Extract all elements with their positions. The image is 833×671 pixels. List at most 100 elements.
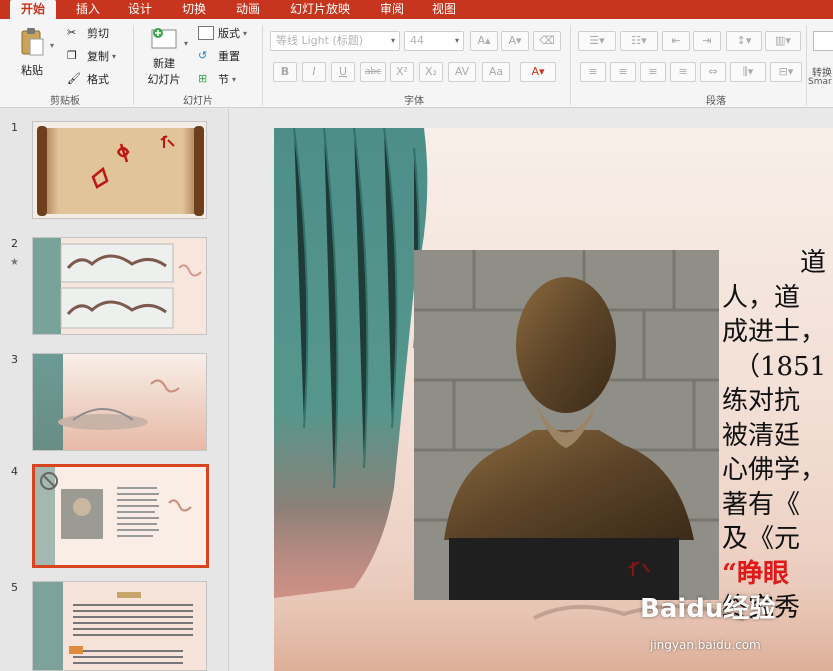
layout-icon xyxy=(198,26,214,40)
font-color-button[interactable]: A▾ xyxy=(520,62,556,82)
font-group-label: 字体 xyxy=(404,96,424,107)
decrease-indent-button[interactable]: ⇤ xyxy=(662,31,690,51)
paragraph-group-label: 段落 xyxy=(706,96,726,107)
baidu-watermark: Baidu经验 xyxy=(640,594,776,624)
bust-statue-photo xyxy=(414,250,719,600)
copy-label: 复制 xyxy=(87,50,109,63)
slide-thumbnail-3[interactable] xyxy=(32,353,207,451)
new-slide-dropdown-icon[interactable]: ▾ xyxy=(184,39,188,48)
align-center-button[interactable]: ≡ xyxy=(610,62,636,82)
bold-button[interactable]: B xyxy=(273,62,297,82)
paste-button[interactable]: 粘贴 xyxy=(12,27,52,78)
columns-button[interactable]: ▥▾ xyxy=(765,31,801,51)
decrease-font-button[interactable]: A▾ xyxy=(501,31,529,51)
divider xyxy=(133,25,134,105)
slide-number-1: 1 xyxy=(11,121,18,134)
align-left-button[interactable]: ≡ xyxy=(580,62,606,82)
distributed-button[interactable]: ⇔ xyxy=(700,62,726,82)
underline-button[interactable]: U xyxy=(331,62,355,82)
tab-review[interactable]: 审阅 xyxy=(370,0,414,19)
tab-insert[interactable]: 插入 xyxy=(66,0,110,19)
format-painter-button[interactable]: 🖌 格式 xyxy=(67,71,109,87)
slide-5-preview xyxy=(33,582,206,670)
ribbon: 粘贴 ▾ ✂ 剪切 ❐ 复制 ▾ 🖌 格式 剪贴板 新建 幻灯片 ▾ 版式 ▾ ↺ 重置 ⊞… xyxy=(0,19,833,108)
tab-home[interactable]: 开始 xyxy=(10,0,56,19)
slides-group-label: 幻灯片 xyxy=(183,96,213,107)
divider xyxy=(806,25,807,105)
slide-thumbnail-4[interactable] xyxy=(32,464,209,568)
chevron-down-icon: ▾ xyxy=(390,36,395,45)
text-line: 人，道 xyxy=(722,282,801,313)
increase-indent-button[interactable]: ⇥ xyxy=(693,31,721,51)
justify-button[interactable]: ≡ xyxy=(670,62,696,82)
slide-body-text[interactable]: 道 人，道 成进士， （1851 练对抗 被清廷 心佛学， 著有《 及《元 “睁… xyxy=(722,246,833,626)
font-name-placeholder: 等线 Light (标题) xyxy=(276,34,364,47)
text-line: 著有《 xyxy=(722,489,801,520)
slide-2-preview xyxy=(33,238,206,334)
font-size-field[interactable]: 44 ▾ xyxy=(404,31,464,51)
slide-thumbnail-5[interactable] xyxy=(32,581,207,671)
slide-thumbnail-1[interactable] xyxy=(32,121,207,219)
convert-smartart-label-2: Smar xyxy=(808,77,832,87)
new-slide-label-2: 幻灯片 xyxy=(147,73,181,86)
new-slide-icon xyxy=(151,28,177,49)
scroll-title-image xyxy=(37,126,204,216)
scissors-icon: ✂ xyxy=(67,26,77,39)
font-name-field[interactable]: 等线 Light (标题) ▾ xyxy=(270,31,400,51)
paste-label: 粘贴 xyxy=(21,64,43,77)
slide-number-2: 2 xyxy=(11,237,18,250)
align-text-button[interactable]: ⊟▾ xyxy=(770,62,802,82)
tab-animations[interactable]: 动画 xyxy=(226,0,270,19)
cut-button[interactable]: ✂ 剪切 xyxy=(67,25,109,41)
layout-dropdown-icon: ▾ xyxy=(243,28,248,38)
copy-icon: ❐ xyxy=(67,49,77,62)
align-right-button[interactable]: ≡ xyxy=(640,62,666,82)
increase-font-button[interactable]: A▴ xyxy=(470,31,498,51)
change-case-button[interactable]: Aa xyxy=(482,62,510,82)
layout-button[interactable]: 版式 ▾ xyxy=(198,25,247,41)
section-label: 节 xyxy=(218,73,229,86)
clear-formatting-button[interactable]: ⌫ xyxy=(533,31,561,51)
new-slide-button[interactable]: 新建 幻灯片 xyxy=(145,27,183,87)
text-direction-button[interactable]: ⫼▾ xyxy=(730,62,766,82)
paste-dropdown-icon[interactable]: ▾ xyxy=(50,41,54,50)
smartart-icon[interactable] xyxy=(813,31,833,51)
italic-button[interactable]: I xyxy=(302,62,326,82)
section-button[interactable]: ⊞ 节 ▾ xyxy=(198,71,236,87)
chevron-down-icon: ▾ xyxy=(454,36,459,45)
slide-editing-area[interactable]: 道 人，道 成进士， （1851 练对抗 被清廷 心佛学， 著有《 及《元 “睁… xyxy=(230,109,833,671)
subscript-button[interactable]: X₂ xyxy=(419,62,443,82)
numbering-button[interactable]: ☷▾ xyxy=(620,31,658,51)
superscript-button[interactable]: X² xyxy=(390,62,414,82)
text-line: 被清廷 xyxy=(722,420,801,451)
copy-button[interactable]: ❐ 复制 ▾ xyxy=(67,48,116,64)
cut-label: 剪切 xyxy=(87,27,109,40)
reset-button[interactable]: ↺ 重置 xyxy=(198,48,240,64)
text-line: 及《元 xyxy=(722,524,801,554)
slide-thumbnail-panel[interactable]: 1 2 ★ 3 4 5 xyxy=(0,109,229,671)
slide-thumbnail-2[interactable] xyxy=(32,237,207,335)
tab-slideshow[interactable]: 幻灯片放映 xyxy=(280,0,360,19)
new-slide-label-1: 新建 xyxy=(153,57,175,70)
bullets-button[interactable]: ☰▾ xyxy=(578,31,616,51)
slide-4-preview xyxy=(35,467,206,565)
strikethrough-button[interactable]: abc xyxy=(360,62,386,82)
text-line: 成进士， xyxy=(722,317,827,347)
layout-label: 版式 xyxy=(218,27,240,40)
brush-icon: 🖌 xyxy=(67,72,81,85)
watermark-url: jingyan.baidu.com xyxy=(650,638,761,652)
format-label: 格式 xyxy=(87,73,109,86)
tab-design[interactable]: 设计 xyxy=(118,0,162,19)
tab-view[interactable]: 视图 xyxy=(422,0,466,19)
tab-transitions[interactable]: 切换 xyxy=(172,0,216,19)
clipboard-group-label: 剪贴板 xyxy=(50,96,80,107)
text-line: （1851 xyxy=(734,351,827,382)
slide-3-preview xyxy=(33,354,206,450)
char-spacing-button[interactable]: AV xyxy=(448,62,476,82)
line-spacing-button[interactable]: ↕▾ xyxy=(726,31,762,51)
divider xyxy=(262,25,263,105)
section-icon: ⊞ xyxy=(198,72,208,85)
slide-number-5: 5 xyxy=(11,581,18,594)
divider xyxy=(570,25,571,105)
reset-icon: ↺ xyxy=(198,49,208,62)
